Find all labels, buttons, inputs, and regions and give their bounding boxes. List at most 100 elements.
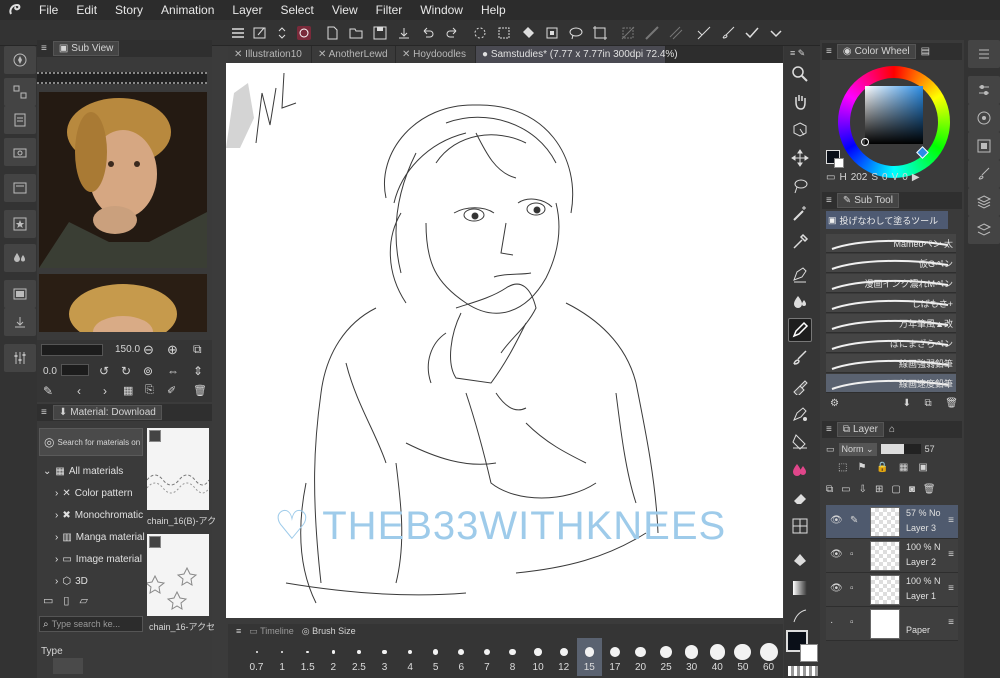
search-assets-button[interactable]: ◎ Search for materials on A: [39, 428, 143, 456]
chevron-down-icon[interactable]: [766, 23, 786, 43]
menu-animation[interactable]: Animation: [152, 0, 223, 20]
brush-size-option[interactable]: 1: [270, 638, 295, 676]
new-raster-layer-icon[interactable]: ⧉: [826, 484, 833, 498]
saturation-value-square[interactable]: [861, 86, 923, 146]
layer-edit-icon[interactable]: ▫: [850, 549, 854, 560]
hsv-mode-icon[interactable]: ▭: [826, 172, 835, 183]
next-image-icon[interactable]: ›: [103, 384, 107, 398]
quick-access-icon[interactable]: [4, 174, 36, 202]
loading-icon[interactable]: [470, 23, 490, 43]
tab-timeline[interactable]: ▭ Timeline: [249, 626, 294, 637]
tab-anotherlewd[interactable]: ✕ AnotherLewd: [312, 46, 396, 63]
menu-edit[interactable]: Edit: [67, 0, 106, 20]
brush-settings-icon[interactable]: [968, 160, 1000, 188]
snap-ruler-icon[interactable]: [642, 23, 662, 43]
gradient-fill-tool-icon[interactable]: [788, 548, 812, 572]
export-icon[interactable]: [394, 23, 414, 43]
sub-tool-item[interactable]: Mameoペン 太: [826, 234, 956, 253]
sub-tool-download-icon[interactable]: ⬇: [903, 398, 911, 412]
checkbox[interactable]: [149, 536, 161, 548]
image-panel-icon[interactable]: [4, 280, 36, 308]
material-thumbnail-chain[interactable]: [147, 534, 209, 616]
check-icon[interactable]: [742, 23, 762, 43]
eye-visibility-icon[interactable]: ·: [830, 617, 833, 628]
open-folder-icon[interactable]: [346, 23, 366, 43]
material-search-box[interactable]: ⌕ Type search ke...: [39, 616, 143, 632]
layer-color-icon[interactable]: ▭: [826, 444, 835, 455]
brush-size-option[interactable]: 5: [423, 638, 448, 676]
redo-icon[interactable]: [442, 23, 462, 43]
sub-tool-item[interactable]: 線画強弱鉛筆: [826, 354, 956, 373]
menu-story[interactable]: Story: [106, 0, 152, 20]
frame-tool-icon[interactable]: [788, 514, 812, 538]
gradient-tool-icon[interactable]: [788, 576, 812, 600]
brush-size-option[interactable]: 2.5: [346, 638, 371, 676]
line-tool-icon[interactable]: [788, 604, 812, 628]
transfer-down-icon[interactable]: ⇩: [859, 484, 867, 498]
color-wheel-tab[interactable]: ◉ Color Wheel: [836, 44, 916, 59]
color-blend-tool-icon[interactable]: [788, 458, 812, 482]
layer-menu-icon[interactable]: ≡: [948, 617, 954, 628]
mask-icon[interactable]: ▣: [918, 462, 927, 476]
pen-tool-icon[interactable]: [788, 262, 812, 286]
brush-tool-icon[interactable]: [788, 346, 812, 370]
save-icon[interactable]: [370, 23, 390, 43]
zoom-slider[interactable]: [41, 344, 103, 356]
color-set-tab-icon[interactable]: ▤: [921, 46, 930, 57]
eyedropper-tool-icon[interactable]: [788, 230, 812, 254]
sub-tool-copy-icon[interactable]: ⧉: [925, 398, 932, 412]
object-tool-icon[interactable]: [788, 118, 812, 142]
lasso-icon[interactable]: [566, 23, 586, 43]
tree-item-color-pattern[interactable]: › ✕ Color pattern: [55, 482, 133, 504]
brush-icon[interactable]: [718, 23, 738, 43]
brush-size-option[interactable]: 10: [526, 638, 551, 676]
menu-layer[interactable]: Layer: [223, 0, 271, 20]
reference-image-main[interactable]: [39, 92, 207, 268]
brush-size-option[interactable]: 12: [551, 638, 576, 676]
reference-image-second[interactable]: [39, 274, 207, 332]
fill-tool-icon[interactable]: [788, 430, 812, 454]
tab-samstudies[interactable]: ● Samstudies* (7.77 x 7.77in 300dpi 72.4…: [476, 46, 678, 63]
grid-icon[interactable]: ▦: [123, 384, 133, 397]
sub-tool-settings-icon[interactable]: ⚙: [830, 398, 839, 412]
brush-size-option[interactable]: 30: [679, 638, 704, 676]
sub-tool-item[interactable]: 線画速度鉛筆: [826, 374, 956, 393]
brush-size-option[interactable]: 15: [576, 638, 602, 676]
tab-illustration10[interactable]: ✕ Illustration10: [228, 46, 312, 63]
brush-size-option[interactable]: 2: [321, 638, 346, 676]
brush-size-option[interactable]: 6: [449, 638, 474, 676]
hand-tool-icon[interactable]: [788, 90, 812, 114]
layer-search-tab-icon[interactable]: ⌂: [889, 424, 895, 435]
menu-help[interactable]: Help: [472, 0, 515, 20]
sub-tool-delete-icon[interactable]: 🗑: [945, 398, 958, 412]
brush-size-option[interactable]: 0.7: [244, 638, 269, 676]
drops-icon[interactable]: [4, 244, 36, 272]
fill-icon[interactable]: [518, 23, 538, 43]
sub-tool-item[interactable]: 漫画インク濃れMペン: [826, 274, 956, 293]
clip-studio-menu-icon[interactable]: [294, 23, 314, 43]
history-icon[interactable]: [4, 106, 36, 134]
layer-row[interactable]: 👁 ▫ 100 % N Layer 2 ≡: [826, 539, 958, 573]
tree-item-manga-material[interactable]: › ▥ Manga material: [55, 526, 145, 548]
eraser-tool-icon[interactable]: [788, 486, 812, 510]
brush-size-option[interactable]: 8: [500, 638, 525, 676]
eye-visibility-icon[interactable]: 👁: [830, 515, 843, 526]
sub-color-swatch[interactable]: [800, 644, 818, 662]
menu-select[interactable]: Select: [271, 0, 322, 20]
edit-image-icon[interactable]: ✐: [167, 384, 176, 397]
brush-size-option[interactable]: 4: [398, 638, 423, 676]
clip-layer-icon[interactable]: ⬚: [838, 462, 847, 476]
tree-item-3d[interactable]: › ⬡ 3D: [55, 570, 88, 592]
blend-mode-select[interactable]: Norm ⌄: [838, 442, 877, 456]
panel-menu-icon[interactable]: ≡: [826, 195, 832, 206]
undo-icon[interactable]: [418, 23, 438, 43]
transparent-color-swatch[interactable]: [788, 666, 818, 676]
checkbox[interactable]: [149, 430, 161, 442]
navigator-icon[interactable]: [4, 46, 36, 74]
sub-tool-item[interactable]: しばもさ+: [826, 294, 956, 313]
panel-menu-icon[interactable]: ≡: [826, 46, 832, 57]
brush-size-option[interactable]: 60: [756, 638, 781, 676]
tab-hoydoodles[interactable]: ✕ Hoydoodles: [396, 46, 476, 63]
previous-image-icon[interactable]: ‹: [77, 384, 81, 398]
new-file-icon[interactable]: [322, 23, 342, 43]
